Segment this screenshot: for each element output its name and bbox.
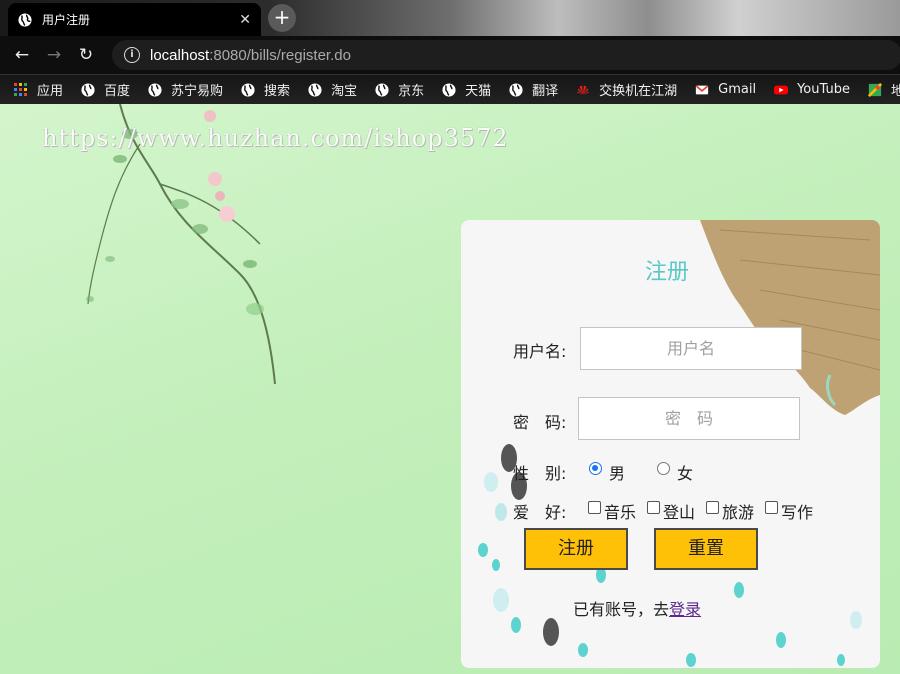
hobby-hiking-text: 登山 [663, 503, 696, 522]
register-card: 注册 用户名: 密 码: 性 别: 男 女 爱 好: 音乐 登山 旅游 写作 注… [461, 220, 880, 668]
bookmark-label: 翻译 [532, 84, 559, 99]
bookmark-huawei[interactable]: 交换机在江湖 [576, 80, 677, 99]
globe-icon [81, 82, 95, 97]
hobby-writing-text: 写作 [781, 503, 814, 522]
bookmark-label: 京东 [398, 84, 425, 99]
bookmark-label: 苏宁易购 [171, 84, 224, 99]
globe-icon [148, 82, 162, 97]
new-tab-button[interactable]: + [268, 4, 296, 32]
register-button[interactable]: 注册 [524, 528, 628, 570]
globe-icon [375, 82, 389, 97]
hobby-music-checkbox[interactable] [588, 501, 601, 514]
bookmark-label: 应用 [37, 84, 64, 99]
forward-arrow-icon[interactable]: → [44, 45, 64, 65]
watermark-text: https://www.huzhan.com/ishop3572 [42, 124, 509, 152]
reset-button[interactable]: 重置 [654, 528, 758, 570]
bookmark-apps[interactable]: 应用 [14, 80, 63, 99]
url-path: :8080/bills/register.do [209, 46, 351, 64]
globe-icon [18, 12, 32, 27]
hobby-label: 爱 好: [513, 503, 567, 522]
globe-icon [308, 82, 322, 97]
bookmark-jd[interactable]: 京东 [375, 80, 424, 99]
password-label: 密 码: [513, 413, 567, 432]
bookmark-suning[interactable]: 苏宁易购 [148, 80, 223, 99]
gender-male-radio[interactable] [589, 462, 602, 475]
bookmark-tmall[interactable]: 天猫 [442, 80, 491, 99]
youtube-icon [774, 85, 789, 94]
address-bar[interactable]: i localhost :8080/bills/register.do [112, 40, 900, 70]
login-prompt: 已有账号，去登录 [573, 596, 701, 620]
gender-female-radio[interactable] [657, 462, 670, 475]
globe-icon [241, 82, 255, 97]
gender-male-text: 男 [609, 464, 626, 483]
close-icon[interactable]: ✕ [239, 12, 251, 28]
bookmark-maps[interactable]: 地 [867, 80, 900, 99]
bookmark-taobao[interactable]: 淘宝 [308, 80, 357, 99]
hobby-writing-checkbox[interactable] [765, 501, 778, 514]
url-host: localhost [150, 46, 210, 64]
bookmark-translate[interactable]: 翻译 [509, 80, 558, 99]
maps-icon [867, 82, 882, 97]
tab-strip: 用户注册 ✕ + [0, 0, 900, 36]
hobby-hiking-checkbox[interactable] [647, 501, 660, 514]
bookmark-label: 百度 [104, 84, 131, 99]
huawei-logo-icon [577, 85, 590, 94]
globe-icon [442, 82, 456, 97]
back-arrow-icon[interactable]: ← [12, 45, 32, 65]
bookmarks-bar: 应用 百度 苏宁易购 搜索 淘宝 京东 天猫 翻译 交换机在江湖 Gmail Y… [0, 74, 900, 104]
bookmark-youtube[interactable]: YouTube [774, 82, 850, 97]
tab-title: 用户注册 [42, 13, 91, 27]
hobby-travel-text: 旅游 [722, 503, 755, 522]
gmail-icon [695, 84, 709, 94]
info-icon[interactable]: i [124, 47, 140, 63]
bookmark-label: 地 [891, 80, 900, 99]
apps-grid-icon [14, 82, 27, 96]
bookmark-label: 天猫 [465, 84, 492, 99]
gender-female-text: 女 [677, 464, 694, 483]
globe-icon [509, 82, 523, 97]
bookmark-label: 淘宝 [331, 84, 358, 99]
page-background: https://www.huzhan.com/ishop3572 注册 用户名:… [0, 104, 900, 674]
hobby-travel-checkbox[interactable] [706, 501, 719, 514]
username-label: 用户名: [513, 342, 567, 361]
bookmark-baidu[interactable]: 百度 [81, 80, 130, 99]
browser-toolbar: ← → ↻ i localhost :8080/bills/register.d… [0, 36, 900, 74]
gender-label: 性 别: [513, 464, 567, 483]
login-prompt-text: 已有账号，去 [573, 600, 670, 619]
tab-active[interactable]: 用户注册 ✕ [8, 3, 261, 36]
bookmark-label: 交换机在江湖 [599, 84, 678, 99]
form-title: 注册 [645, 260, 690, 285]
bookmark-gmail[interactable]: Gmail [695, 82, 756, 97]
login-link[interactable]: 登录 [669, 600, 701, 619]
hobby-music-text: 音乐 [604, 503, 637, 522]
bookmark-label: 搜索 [264, 84, 291, 99]
username-input[interactable] [580, 327, 802, 370]
bookmark-search[interactable]: 搜索 [241, 80, 290, 99]
password-input[interactable] [578, 397, 800, 440]
bookmark-label: YouTube [797, 82, 850, 97]
reload-icon[interactable]: ↻ [76, 45, 96, 65]
bookmark-label: Gmail [718, 82, 757, 97]
